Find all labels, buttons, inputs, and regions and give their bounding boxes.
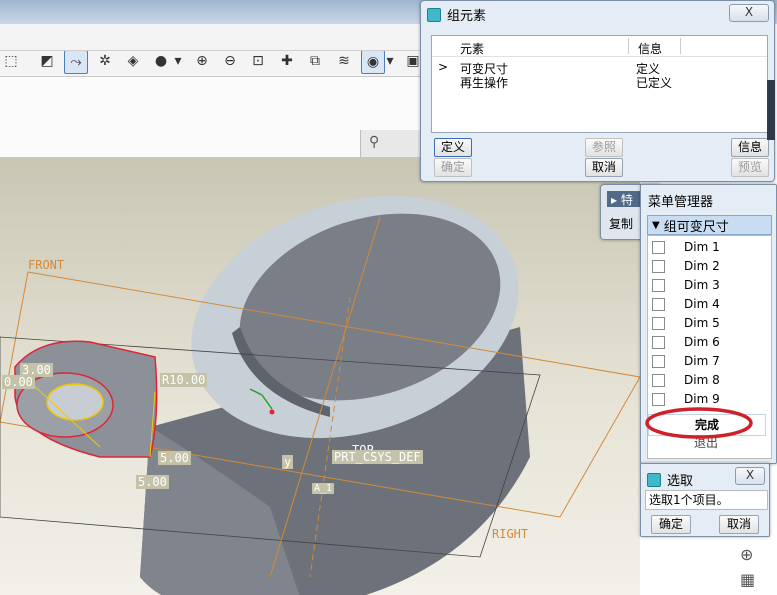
datum-points-icon[interactable]: ⤳ (64, 50, 88, 74)
menu-item-label: Dim 3 (684, 278, 720, 292)
csys-icon[interactable]: ✲ (94, 50, 116, 72)
table-header: 元素 信息 (432, 36, 767, 57)
saved-orient-icon[interactable]: ◈ (122, 50, 144, 72)
menu-item-dim8[interactable]: Dim 8 (652, 371, 764, 389)
col-element-header: 元素 (460, 42, 485, 56)
row-element: 再生操作 (460, 76, 509, 90)
model-graphics (0, 195, 640, 595)
zoom-in-icon[interactable]: ⊕ (191, 50, 213, 72)
col-divider (628, 38, 629, 54)
checkbox[interactable] (652, 278, 665, 292)
feature-tab-label: 特 (620, 193, 633, 207)
select-titlebar: 选取 (647, 470, 693, 489)
dim-partial[interactable]: 0.00 (2, 375, 35, 389)
menu-item-dim4[interactable]: Dim 4 (652, 295, 764, 313)
menu-item-dim7[interactable]: Dim 7 (652, 352, 764, 370)
dropdown-icon[interactable]: ▾ (384, 50, 396, 72)
close-button[interactable]: X (735, 467, 765, 485)
menu-item-label: Dim 8 (684, 373, 720, 387)
shading-icon[interactable]: ● (150, 50, 172, 72)
elements-table: 元素 信息 > 可变尺寸 定义 再生操作 已定义 (431, 35, 768, 133)
dim-5b[interactable]: 5.00 (136, 475, 169, 489)
dialog-scrollbar[interactable] (767, 80, 775, 140)
menu-manager-title: 菜单管理器 (648, 195, 714, 210)
menu-item-label: Dim 9 (684, 392, 720, 406)
collapse-icon: ▼ (652, 219, 660, 231)
table-row[interactable]: 再生操作 已定义 (432, 74, 767, 90)
menu-item-label: Dim 1 (684, 240, 720, 254)
row-marker: > (438, 60, 449, 74)
select-dialog: 选取 X 选取1个项目。 确定 取消 (640, 463, 770, 537)
preview-button[interactable]: 预览 (731, 158, 769, 177)
annotation-icon[interactable]: ✚ (276, 50, 298, 72)
checkbox[interactable] (652, 335, 665, 349)
graphics-viewport[interactable]: FRONT TOP PRT_CSYS_DEF RIGHT R10.00 3.00… (0, 157, 640, 595)
axis-y-label: y (282, 455, 294, 469)
menu-item-label: Dim 6 (684, 335, 720, 349)
reference-button[interactable]: 参照 (585, 138, 623, 157)
dialog-icon (647, 472, 661, 487)
close-button[interactable]: X (729, 4, 769, 22)
layers-icon[interactable]: ≋ (333, 50, 355, 72)
group-elements-dialog: 组元素 X 元素 信息 > 可变尺寸 定义 再生操作 已定义 定义 参照 信息 … (420, 0, 775, 182)
menu-item-label: Dim 2 (684, 259, 720, 273)
csys-origin (269, 409, 275, 415)
menu-item-dim2[interactable]: Dim 2 (652, 257, 764, 275)
menu-section-label: 组可变尺寸 (663, 219, 729, 235)
menu-item-label: Dim 4 (684, 297, 720, 311)
cancel-button[interactable]: 取消 (585, 158, 623, 177)
menu-item-label: Dim 5 (684, 316, 720, 330)
datum-axis-icon[interactable]: ◩ (36, 50, 58, 72)
select-ok-button[interactable]: 确定 (651, 515, 691, 534)
display-style-icon[interactable]: ◉ (361, 50, 385, 74)
front-plane-label: FRONT (28, 258, 65, 272)
menu-item-dim1[interactable]: Dim 1 (652, 238, 764, 256)
table-row[interactable]: > 可变尺寸 定义 (432, 60, 767, 76)
col-info-header: 信息 (638, 42, 663, 56)
select-message: 选取1个项目。 (645, 490, 768, 510)
highlight-ellipse (645, 407, 753, 439)
pin-icon[interactable]: ⚲ (369, 134, 379, 150)
axis-a1-label: A_1 (312, 483, 335, 494)
checkbox[interactable] (652, 297, 665, 311)
checkbox[interactable] (652, 354, 665, 368)
select-cancel-button[interactable]: 取消 (719, 515, 759, 534)
toolbar-divider (0, 50, 430, 51)
dropdown-icon[interactable]: ▾ (172, 50, 184, 72)
select-title: 选取 (667, 474, 694, 489)
checkbox[interactable] (652, 316, 665, 330)
menu-item-dim5[interactable]: Dim 5 (652, 314, 764, 332)
right-plane-label: RIGHT (492, 527, 529, 541)
dialog-title: 组元素 (447, 9, 487, 24)
menu-item-label: Dim 7 (684, 354, 720, 368)
zoom-out-icon[interactable]: ⊖ (219, 50, 241, 72)
info-button[interactable]: 信息 (731, 138, 769, 157)
col-divider (680, 38, 681, 54)
dim-r10[interactable]: R10.00 (160, 373, 208, 387)
menu-item-dim6[interactable]: Dim 6 (652, 333, 764, 351)
csys-label: PRT_CSYS_DEF (332, 450, 423, 464)
grid-icon[interactable]: ▦ (740, 570, 755, 589)
checkbox[interactable] (652, 259, 665, 273)
snap-icon[interactable]: ⊕ (740, 545, 753, 564)
saved-view-icon[interactable]: ⧉ (304, 50, 326, 72)
checkbox[interactable] (652, 373, 665, 387)
define-button[interactable]: 定义 (434, 138, 472, 157)
ear-hole (46, 383, 104, 421)
menu-section-header[interactable]: ▼ 组可变尺寸 (647, 215, 772, 235)
menu-item-dim3[interactable]: Dim 3 (652, 276, 764, 294)
row-info: 已定义 (636, 76, 673, 90)
copy-item[interactable]: 复制 (609, 215, 633, 232)
group-elements-titlebar: 组元素 (427, 5, 486, 24)
spin-center-icon[interactable]: ⬚ (0, 50, 22, 72)
checkbox[interactable] (652, 392, 665, 406)
dim-5a[interactable]: 5.00 (158, 451, 191, 465)
ok-button[interactable]: 确定 (434, 158, 472, 177)
checkbox[interactable] (652, 240, 665, 254)
dialog-icon (427, 7, 441, 22)
refit-icon[interactable]: ⊡ (247, 50, 269, 72)
